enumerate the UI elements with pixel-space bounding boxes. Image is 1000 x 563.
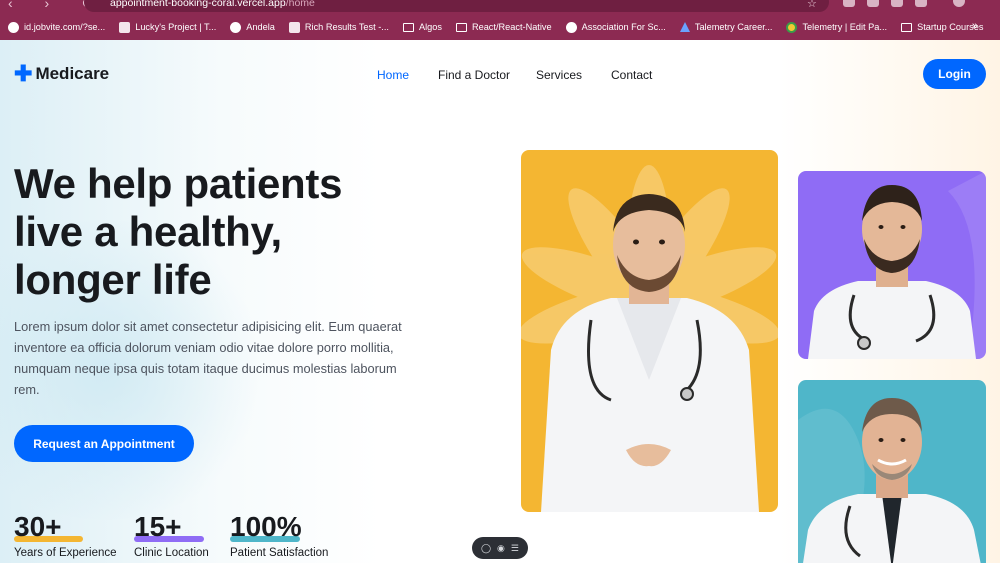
comment-icon[interactable]: ◯: [481, 543, 491, 553]
bookmark-label: Andela: [246, 22, 275, 32]
headline-line: live a healthy,: [14, 208, 282, 255]
stat-clinic-location: 15+ Clinic Location: [134, 513, 209, 559]
extension-icon[interactable]: [843, 0, 855, 7]
nav-contact[interactable]: Contact: [611, 68, 652, 82]
bookmark-item[interactable]: React/React-Native: [455, 22, 552, 32]
bookmark-item[interactable]: Talemetry Career...: [679, 22, 773, 32]
bookmark-label: Rich Results Test -...: [304, 22, 389, 32]
extension-icon[interactable]: [891, 0, 903, 7]
bookmark-item[interactable]: Rich Results Test -...: [288, 21, 389, 33]
address-bar-text: appointment-booking-coral.vercel.app/hom…: [110, 0, 315, 9]
bookmark-item[interactable]: id.jobvite.com/?se...: [8, 21, 106, 33]
view-icon[interactable]: ◉: [497, 543, 505, 553]
bookmark-label: Lucky's Project | T...: [135, 22, 217, 32]
doctor-illustration: [798, 398, 981, 563]
menu-icon[interactable]: ☰: [511, 543, 519, 553]
bookmark-item[interactable]: Andela: [230, 21, 275, 33]
logo[interactable]: ✚ Medicare: [14, 61, 110, 86]
hero-description: Lorem ipsum dolor sit amet consectetur a…: [14, 319, 402, 397]
logo-text: Medicare: [35, 64, 110, 83]
request-appointment-button[interactable]: Request an Appointment: [14, 425, 194, 462]
bookmark-item[interactable]: Lucky's Project | T...: [119, 21, 217, 33]
address-bar[interactable]: appointment-booking-coral.vercel.app/hom…: [84, 0, 829, 12]
nav-find-a-doctor[interactable]: Find a Doctor: [438, 68, 510, 82]
bookmarks-bar: id.jobvite.com/?se... Lucky's Project | T…: [0, 14, 1000, 40]
extension-icon[interactable]: [915, 0, 927, 7]
bookmark-item[interactable]: Association For Sc...: [565, 21, 666, 33]
page-icon: [119, 21, 131, 33]
browser-toolbar: ‹ › ↻ appointment-booking-coral.vercel.a…: [0, 0, 1000, 14]
folder-icon: [402, 22, 414, 32]
nav-home[interactable]: Home: [377, 68, 409, 82]
folder-icon: [901, 22, 913, 32]
doctor-illustration: [808, 171, 986, 359]
profile-avatar-icon[interactable]: [953, 0, 965, 7]
bookmark-label: Association For Sc...: [581, 22, 666, 32]
url-path: /home: [285, 0, 315, 9]
doctor-two-image: [798, 171, 986, 359]
folder-icon: [455, 22, 467, 32]
stat-years-experience: 30+ Years of Experience: [14, 513, 117, 559]
circle-icon: [786, 21, 798, 33]
bookmark-label: id.jobvite.com/?se...: [24, 22, 106, 32]
nav-services[interactable]: Services: [536, 68, 582, 82]
headline-line: We help patients: [14, 160, 343, 207]
globe-icon: [565, 21, 577, 33]
page: ✚ Medicare Home Find a Doctor Services C…: [0, 40, 1000, 563]
headline-line: longer life: [14, 256, 212, 303]
doctor-three-image: [798, 380, 986, 563]
rich-results-icon: [288, 21, 300, 33]
bookmark-item[interactable]: Telemetry | Edit Pa...: [786, 21, 888, 33]
stat-label: Patient Satisfaction: [230, 547, 329, 559]
extension-icon[interactable]: [867, 0, 879, 7]
main-doctor-image: [521, 150, 778, 512]
stat-label: Clinic Location: [134, 547, 209, 559]
bookmark-label: Telemetry | Edit Pa...: [802, 22, 888, 32]
stat-label: Years of Experience: [14, 547, 117, 559]
stat-value: 30+: [14, 511, 62, 542]
bookmark-label: Algos: [418, 22, 442, 32]
talemetry-icon: [679, 22, 690, 32]
url-host: appointment-booking-coral.vercel.app: [110, 0, 286, 9]
andela-icon: [230, 21, 242, 33]
stat-patient-satisfaction: 100% Patient Satisfaction: [230, 513, 328, 559]
bookmark-label: React/React-Native: [471, 22, 552, 32]
doctor-illustration: [521, 165, 778, 512]
more-bookmarks-icon[interactable]: »: [972, 20, 978, 32]
bookmark-item[interactable]: Algos: [402, 22, 442, 32]
globe-icon: [8, 21, 19, 33]
login-button[interactable]: Login: [923, 59, 986, 89]
bookmark-star-icon[interactable]: ☆: [807, 0, 817, 10]
stat-value: 15+: [134, 511, 182, 542]
medical-cross-icon: ✚: [14, 61, 33, 86]
floating-toolbar[interactable]: ◯ ◉ ☰: [472, 537, 528, 559]
stat-value: 100%: [230, 511, 302, 542]
bookmark-label: Talemetry Career...: [694, 22, 773, 32]
hero-headline: We help patients live a healthy, longer …: [14, 160, 434, 304]
